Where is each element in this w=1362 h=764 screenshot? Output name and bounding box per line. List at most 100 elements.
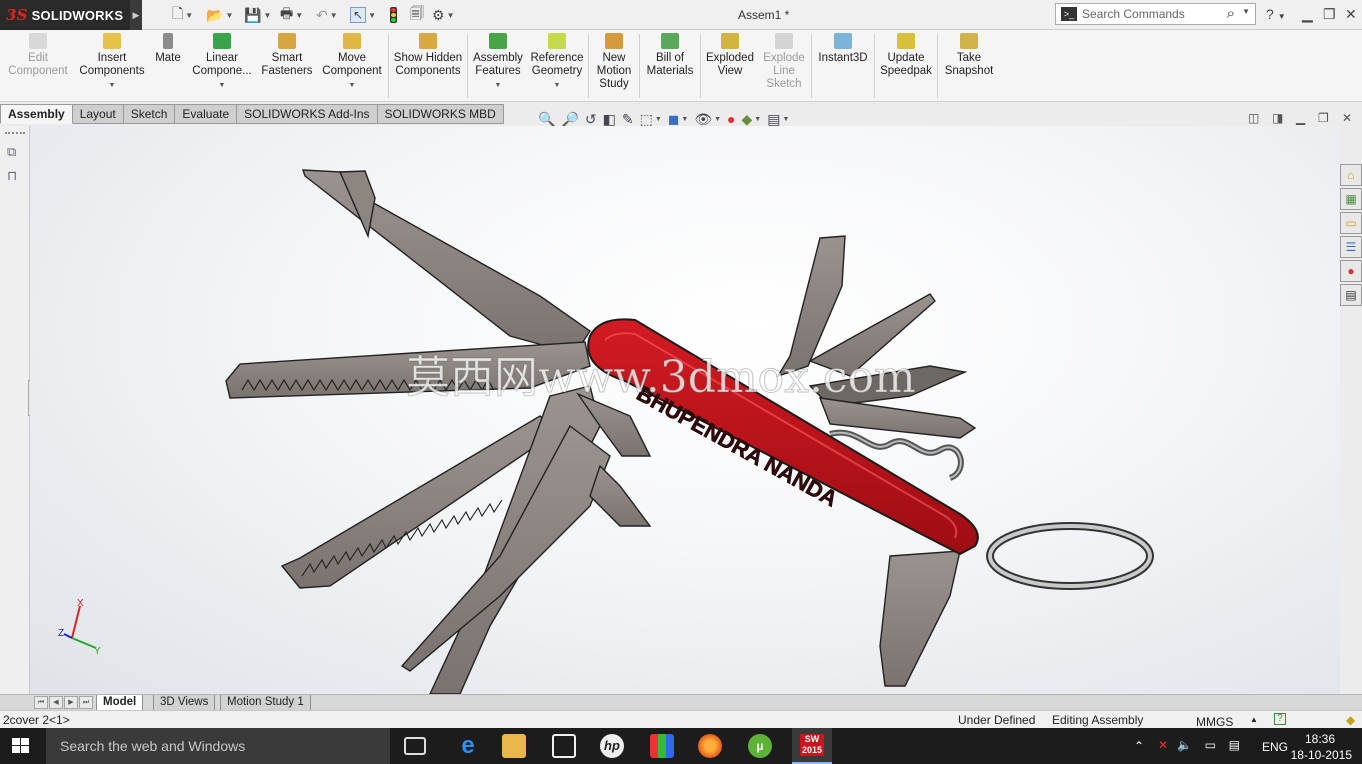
take-snapshot-button[interactable]: Take Snapshot bbox=[940, 33, 998, 78]
tag-icon[interactable]: ◆ bbox=[1346, 713, 1355, 727]
open-button[interactable]: 📂 ▼ bbox=[206, 5, 233, 25]
apply-scene-icon[interactable]: ◆ bbox=[742, 111, 753, 128]
appearances-icon[interactable]: ● bbox=[1340, 260, 1362, 282]
zoom-to-fit-icon[interactable]: 🔍 bbox=[538, 111, 555, 128]
options-button[interactable]: ⚙ ▼ bbox=[432, 5, 454, 25]
search-icon[interactable]: ⌕ bbox=[1227, 5, 1235, 22]
view-orientation-icon[interactable]: ⬚ bbox=[640, 111, 653, 128]
explode-line-sketch-button[interactable]: Explode Line Sketch bbox=[759, 33, 809, 91]
tab-layout[interactable]: Layout bbox=[72, 104, 124, 124]
print-button[interactable]: 🖶 ▼ bbox=[280, 5, 303, 25]
chevron-down-icon[interactable]: ▼ bbox=[754, 116, 761, 123]
chevron-down-icon[interactable]: ▼ bbox=[782, 116, 789, 123]
volume-icon[interactable]: 🔈 bbox=[1177, 738, 1192, 752]
feature-tree-icon[interactable]: ⧉ bbox=[7, 144, 16, 160]
chevron-down-icon[interactable]: ▼ bbox=[714, 116, 721, 123]
exploded-view-button[interactable]: Exploded View bbox=[703, 33, 757, 78]
tab-3d-views[interactable]: 3D Views bbox=[153, 695, 216, 711]
new-motion-study-button[interactable]: New Motion Study bbox=[592, 33, 636, 91]
assembly-features-button[interactable]: Assembly Features ▼ bbox=[470, 33, 526, 92]
clock-date[interactable]: 18-10-2015 bbox=[1291, 748, 1352, 762]
file-explorer-icon[interactable]: ▭ bbox=[1340, 212, 1362, 234]
select-button[interactable]: ↖ ▼ bbox=[350, 5, 376, 25]
doc-restore-icon[interactable]: ❐ bbox=[1318, 111, 1329, 125]
chevron-down-icon[interactable]: ▼ bbox=[219, 79, 226, 92]
hide-show-items-icon[interactable]: 👁 bbox=[694, 111, 712, 128]
show-hidden-components-button[interactable]: Show Hidden Components bbox=[392, 33, 464, 78]
help-status-icon[interactable]: ? bbox=[1274, 713, 1286, 725]
utorrent-icon[interactable]: µ bbox=[748, 734, 772, 758]
dynamic-annotation-icon[interactable]: ✎ bbox=[622, 111, 634, 128]
graphics-area[interactable]: BHUPENDRA NANDA 莫西网www.3dmox.com X Y Z bbox=[30, 126, 1340, 694]
update-speedpak-button[interactable]: Update Speedpak bbox=[877, 33, 935, 78]
edit-component-button[interactable]: Edit Component bbox=[6, 33, 70, 78]
taskbar-search-input[interactable]: Search the web and Windows bbox=[46, 728, 390, 764]
chevron-down-icon[interactable]: ▼ bbox=[495, 79, 502, 92]
mate-button[interactable]: Mate bbox=[152, 33, 184, 65]
smart-fasteners-button[interactable]: Smart Fasteners bbox=[258, 33, 316, 78]
input-language[interactable]: ENG bbox=[1262, 740, 1288, 754]
undo-button[interactable]: ↶ ▼ bbox=[316, 5, 338, 25]
file-properties-button[interactable]: 🗐 bbox=[410, 5, 424, 25]
view-palette-icon[interactable]: ☰ bbox=[1340, 236, 1362, 258]
chevron-down-icon[interactable]: ▼ bbox=[349, 79, 356, 92]
file-explorer-taskbar-icon[interactable] bbox=[502, 734, 526, 758]
chevron-down-icon[interactable]: ▼ bbox=[109, 79, 116, 92]
move-component-button[interactable]: Move Component ▼ bbox=[318, 33, 386, 92]
clock-time[interactable]: 18:36 bbox=[1292, 732, 1348, 746]
solidworks-logo[interactable]: 3S SOLIDWORKS bbox=[0, 0, 130, 30]
save-button[interactable]: 💾 ▼ bbox=[244, 5, 271, 25]
previous-view-icon[interactable]: ↺ bbox=[585, 111, 597, 128]
zoom-to-area-icon[interactable]: 🔎 bbox=[561, 111, 578, 128]
bill-of-materials-button[interactable]: Bill of Materials bbox=[642, 33, 698, 78]
display-style-icon[interactable]: ◼ bbox=[668, 111, 680, 128]
tab-model[interactable]: Model bbox=[96, 695, 144, 711]
view-settings-icon[interactable]: ▤ bbox=[767, 111, 780, 128]
show-hidden-icons-icon[interactable]: ⌃ bbox=[1134, 739, 1144, 753]
tab-sketch[interactable]: Sketch bbox=[123, 104, 176, 124]
chevron-down-icon[interactable]: ▼ bbox=[554, 79, 561, 92]
tile-horizontal-icon[interactable]: ◫ bbox=[1248, 111, 1259, 125]
new-document-button[interactable]: 🗋 ▼ bbox=[172, 5, 193, 25]
solidworks-resources-icon[interactable]: ⌂ bbox=[1340, 164, 1362, 186]
doc-minimize-icon[interactable]: ▁ bbox=[1296, 111, 1305, 125]
solidworks-taskbar-button[interactable]: SW 2015 bbox=[792, 728, 832, 764]
doc-close-icon[interactable]: ✕ bbox=[1342, 111, 1352, 125]
firefox-icon[interactable] bbox=[698, 734, 722, 758]
notifications-icon[interactable]: ▤ bbox=[1229, 738, 1240, 752]
last-tab-icon[interactable]: ⏭ bbox=[79, 696, 93, 709]
restore-window-button[interactable]: ❐ bbox=[1323, 6, 1336, 23]
chevron-down-icon[interactable]: ▼ bbox=[1242, 7, 1250, 16]
search-commands-input[interactable]: >_ Search Commands ⌕ ▼ bbox=[1055, 3, 1256, 25]
tab-motion-study-1[interactable]: Motion Study 1 bbox=[220, 695, 311, 711]
edge-browser-icon[interactable]: e bbox=[456, 734, 480, 758]
custom-properties-icon[interactable]: ▤ bbox=[1340, 284, 1362, 306]
property-manager-icon[interactable]: ⊓ bbox=[7, 168, 17, 184]
network-icon[interactable]: ✕ bbox=[1158, 738, 1168, 752]
chevron-down-icon[interactable]: ▼ bbox=[681, 116, 688, 123]
tab-evaluate[interactable]: Evaluate bbox=[175, 104, 238, 124]
linear-component-pattern-button[interactable]: Linear Compone... ▼ bbox=[190, 33, 254, 92]
apps-icon[interactable] bbox=[650, 734, 674, 758]
rebuild-button[interactable] bbox=[390, 5, 397, 25]
instant3d-button[interactable]: Instant3D bbox=[814, 33, 872, 65]
reference-geometry-button[interactable]: Reference Geometry ▼ bbox=[528, 33, 586, 92]
tab-solidworks-mbd[interactable]: SOLIDWORKS MBD bbox=[377, 104, 504, 124]
battery-icon[interactable]: ▭ bbox=[1205, 738, 1216, 752]
section-view-icon[interactable]: ◧ bbox=[603, 111, 616, 128]
help-button[interactable]: ? ▼ bbox=[1266, 6, 1286, 22]
windows-start-icon[interactable] bbox=[12, 738, 30, 754]
first-tab-icon[interactable]: ⏮ bbox=[34, 696, 48, 709]
prev-tab-icon[interactable]: ◀ bbox=[49, 696, 63, 709]
menu-expand-icon[interactable]: ▶ bbox=[130, 0, 142, 30]
store-icon[interactable] bbox=[552, 734, 576, 758]
task-view-icon[interactable] bbox=[404, 737, 426, 755]
chevron-down-icon[interactable]: ▲ bbox=[1250, 715, 1258, 724]
tile-vertical-icon[interactable]: ◨ bbox=[1272, 111, 1283, 125]
chevron-down-icon[interactable]: ▼ bbox=[655, 116, 662, 123]
edit-appearance-icon[interactable]: ● bbox=[727, 111, 735, 127]
design-library-icon[interactable]: ▦ bbox=[1340, 188, 1362, 210]
close-window-button[interactable]: ✕ bbox=[1345, 6, 1357, 23]
hp-icon[interactable]: hp bbox=[600, 734, 624, 758]
tab-assembly[interactable]: Assembly bbox=[0, 104, 73, 124]
